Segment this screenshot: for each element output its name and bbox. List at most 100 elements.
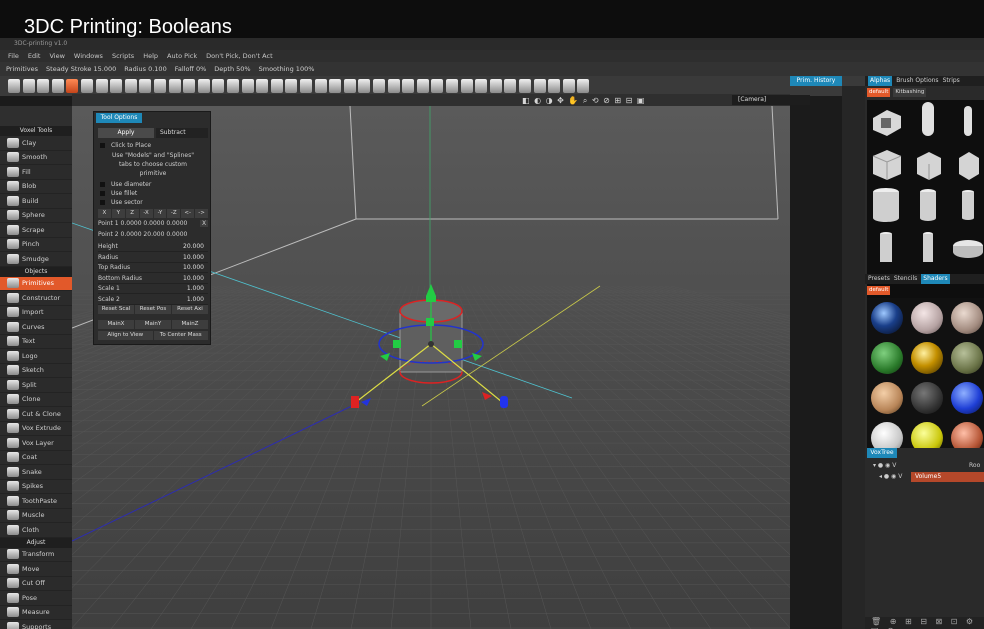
shader-ball[interactable] [951,302,983,334]
tool-item-blob[interactable]: Blob [0,180,72,194]
tab-stencils[interactable]: Stencils [894,274,917,284]
alpha-thumb[interactable] [911,146,945,184]
primitive-shape-icon[interactable] [533,79,546,93]
menu-help[interactable]: Help [143,52,158,60]
primitive-shape-icon[interactable] [314,79,327,93]
menu-scripts[interactable]: Scripts [112,52,134,60]
shader-ball[interactable] [951,382,983,414]
shader-ball[interactable] [911,302,943,334]
tool-item-coat[interactable]: Coat [0,451,72,465]
tool-item-primitives[interactable]: Primitives [0,276,72,291]
radius-setting[interactable]: Radius 0.100 [124,65,166,73]
primitive-shape-icon[interactable] [168,79,181,93]
primitive-shape-icon[interactable] [548,79,561,93]
primitive-shape-icon[interactable] [343,79,356,93]
use-sector-checkbox[interactable]: Use sector [100,199,143,206]
tool-item-smooth[interactable]: Smooth [0,151,72,165]
use-diameter-checkbox[interactable]: Use diameter [100,181,151,188]
align-to-view-button[interactable]: Align to View [98,331,153,340]
voxtree-tab[interactable]: VoxTree [867,448,897,458]
tab-shaders[interactable]: Shaders [921,274,950,284]
reset-pos-button[interactable]: Reset Pos [135,305,171,314]
menu-edit[interactable]: Edit [28,52,41,60]
primitive-shape-icon[interactable] [373,79,385,93]
tool-item-smudge[interactable]: Smudge [0,252,72,267]
tab-brush-options[interactable]: Brush Options [896,76,938,86]
axis-neg-y-button[interactable]: -Y [153,209,167,218]
param-scale-1[interactable]: Scale 1 1.000 [98,284,208,294]
alpha-thumb[interactable] [951,146,984,184]
reset-scale-button[interactable]: Reset Scal [98,305,134,314]
point-1-reset-button[interactable]: X [200,220,209,227]
tool-item-vox-layer[interactable]: Vox Layer [0,436,72,451]
visibility-icon[interactable]: ◂ ● ◉ [879,473,898,480]
depth-setting[interactable]: Depth 50% [214,65,250,73]
alpha-thumb[interactable] [951,102,984,140]
param-value[interactable]: 20.000 [183,243,204,250]
alpha-thumb[interactable] [869,144,903,182]
tool-item-sketch[interactable]: Sketch [0,364,72,378]
alpha-thumb[interactable] [951,228,984,266]
primitive-shape-icon[interactable] [66,79,79,93]
param-value[interactable]: 10.000 [183,254,204,261]
tab-strips[interactable]: Strips [943,76,960,86]
tool-item-clone[interactable]: Clone [0,393,72,407]
main-z-button[interactable]: MainZ [172,320,208,329]
primitive-shape-icon[interactable] [139,79,152,93]
primitive-shape-icon[interactable] [110,79,123,93]
point-1-field[interactable]: Point 1 0.0000 0.0000 0.0000 [98,220,187,227]
tool-item-move[interactable]: Move [0,562,72,577]
tool-options-tab[interactable]: Tool Options [96,113,142,123]
param-value[interactable]: 1.000 [187,296,204,303]
shader-ball[interactable] [951,342,983,374]
primitive-shape-icon[interactable] [22,79,35,93]
apply-button[interactable]: Apply [98,128,154,138]
primitive-shape-icon[interactable] [51,79,64,93]
primitive-shape-icon[interactable] [460,79,473,93]
primitive-shape-icon[interactable] [227,79,239,93]
alpha-thumb[interactable] [951,186,984,224]
primitive-shape-icon[interactable] [577,79,590,93]
param-scale-2[interactable]: Scale 2 1.000 [98,295,208,305]
tool-item-toothpaste[interactable]: ToothPaste [0,494,72,509]
menu-file[interactable]: File [8,52,19,60]
shader-ball[interactable] [871,342,903,374]
axis-y-button[interactable]: Y [111,209,125,218]
param-bottom-radius[interactable]: Bottom Radius 10.000 [98,274,208,284]
primitive-shape-icon[interactable] [256,79,269,93]
smoothing-setting[interactable]: Smoothing 100% [259,65,315,73]
tool-item-split[interactable]: Split [0,378,72,393]
shader-ball[interactable] [911,342,943,374]
tool-item-curves[interactable]: Curves [0,320,72,335]
visibility-icon[interactable]: ▾ ● ◉ [873,462,892,469]
tool-item-snake[interactable]: Snake [0,465,72,480]
steady-stroke-setting[interactable]: Steady Stroke 15.000 [46,65,116,73]
alpha-thumb[interactable] [911,228,945,266]
shader-ball[interactable] [911,382,943,414]
menu-windows[interactable]: Windows [74,52,103,60]
primitive-shape-icon[interactable] [197,79,210,93]
shader-ball[interactable] [871,302,903,334]
main-x-button[interactable]: MainX [98,320,134,329]
primitive-shape-icon[interactable] [154,79,166,93]
camera-select[interactable]: [Camera] [732,95,810,105]
tool-item-cut-clone[interactable]: Cut & Clone [0,407,72,422]
alpha-set-default[interactable]: default [867,88,891,97]
reset-axis-button[interactable]: Reset Axi [172,305,208,314]
primitive-shape-icon[interactable] [475,79,488,93]
alpha-thumb[interactable] [869,102,903,140]
alpha-thumb[interactable] [911,100,945,138]
param-radius[interactable]: Radius 10.000 [98,253,208,263]
prim-history-tab[interactable]: Prim. History [790,76,842,86]
falloff-setting[interactable]: Falloff 0% [175,65,207,73]
param-value[interactable]: 10.000 [183,264,204,271]
primitive-shape-icon[interactable] [212,79,225,93]
to-center-mass-button[interactable]: To Center Mass [153,331,208,340]
alpha-thumb[interactable] [869,186,903,224]
primitive-shape-icon[interactable] [562,79,575,93]
axis-z-button[interactable]: Z [125,209,139,218]
primitive-shape-icon[interactable] [124,79,137,93]
tool-item-measure[interactable]: Measure [0,606,72,620]
primitive-shape-icon[interactable] [241,79,254,93]
alpha-thumb[interactable] [869,228,903,266]
